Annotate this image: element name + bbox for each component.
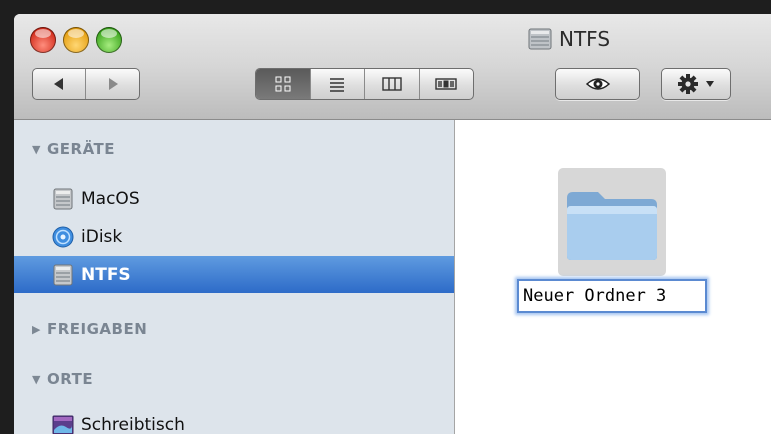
minimize-button[interactable] — [63, 27, 89, 53]
sidebar-group-devices[interactable]: ▼ GERÄTE — [32, 140, 115, 158]
finder-window: NTFS ▼ GERÄTE MacOS iDisk NTFS ▶ FREIGAB… — [14, 14, 771, 434]
action-menu-button[interactable] — [661, 68, 731, 100]
sidebar-item-label: NTFS — [81, 264, 131, 285]
sidebar-item-label: Schreibtisch — [81, 414, 185, 434]
close-button[interactable] — [30, 27, 56, 53]
sidebar-group-shared[interactable]: ▶ FREIGABEN — [32, 320, 147, 338]
sidebar: ▼ GERÄTE MacOS iDisk NTFS ▶ FREIGABEN ▼ … — [14, 120, 455, 434]
sidebar-group-label: ORTE — [46, 370, 94, 388]
eye-icon — [585, 78, 610, 90]
triangle-left-icon — [54, 78, 63, 90]
sidebar-item-label: iDisk — [81, 226, 123, 247]
hard-drive-icon — [53, 264, 73, 285]
sidebar-group-label: GERÄTE — [46, 140, 116, 158]
sidebar-item-label: MacOS — [81, 188, 140, 209]
window-title: NTFS — [527, 24, 610, 54]
back-forward-control — [32, 68, 140, 100]
list-view-icon — [330, 78, 345, 92]
title-toolbar-bar: NTFS — [14, 14, 771, 120]
sidebar-item-idisk[interactable]: iDisk — [14, 218, 454, 255]
quicklook-button[interactable] — [555, 68, 640, 100]
sidebar-item-ntfs[interactable]: NTFS — [14, 256, 454, 293]
triangle-right-icon — [108, 78, 118, 90]
folder-rename-input[interactable] — [517, 279, 707, 313]
disclosure-expanded-icon: ▼ — [32, 372, 41, 386]
idisk-icon — [52, 226, 74, 247]
desktop-icon — [52, 415, 74, 434]
view-mode-control — [255, 68, 474, 100]
back-button[interactable] — [33, 69, 87, 99]
sidebar-group-places[interactable]: ▼ ORTE — [32, 370, 93, 388]
folder-item-selected[interactable] — [558, 168, 666, 276]
sidebar-item-desktop[interactable]: Schreibtisch — [14, 406, 454, 434]
column-view-button[interactable] — [365, 69, 420, 99]
disclosure-expanded-icon: ▼ — [32, 142, 41, 156]
window-title-text: NTFS — [559, 27, 611, 51]
folder-icon — [567, 192, 657, 260]
hard-drive-icon — [528, 28, 552, 50]
icon-view-icon — [275, 76, 291, 92]
gear-icon — [678, 74, 698, 94]
chevron-down-icon — [706, 81, 714, 87]
hard-drive-icon — [53, 188, 73, 209]
file-browser-content — [455, 120, 771, 434]
list-view-button[interactable] — [311, 69, 365, 99]
coverflow-view-button[interactable] — [420, 69, 474, 99]
forward-button[interactable] — [86, 69, 139, 99]
coverflow-view-icon — [435, 78, 457, 90]
sidebar-group-label: FREIGABEN — [46, 320, 148, 338]
zoom-button[interactable] — [96, 27, 122, 53]
sidebar-item-macos[interactable]: MacOS — [14, 180, 454, 217]
column-view-icon — [382, 77, 402, 91]
icon-view-button[interactable] — [256, 69, 311, 99]
disclosure-collapsed-icon: ▶ — [32, 322, 41, 336]
